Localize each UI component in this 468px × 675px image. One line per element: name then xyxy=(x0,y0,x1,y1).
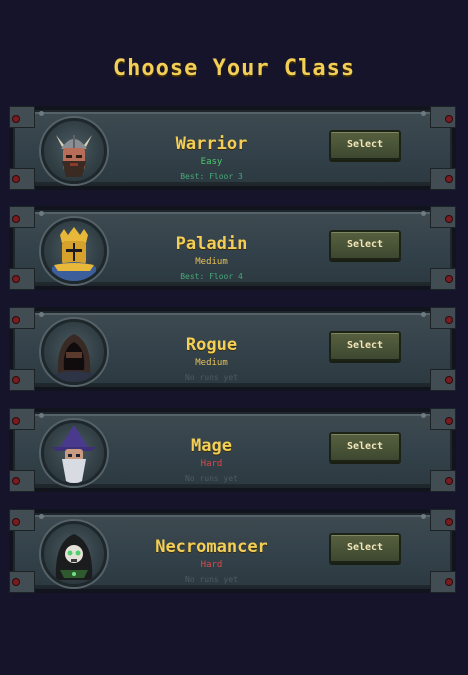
class-card-mage: Mage Hard No runs yet Select xyxy=(9,408,456,492)
select-button-paladin[interactable]: Select xyxy=(329,230,401,260)
class-card-paladin: Paladin Medium Best: Floor 4 Select xyxy=(9,206,456,290)
record-label: Best: Floor 3 xyxy=(180,172,243,181)
difficulty-label: Hard xyxy=(200,560,223,570)
rogue-portrait-icon xyxy=(41,319,107,385)
select-button-necromancer[interactable]: Select xyxy=(329,533,401,563)
difficulty-label: Easy xyxy=(200,157,223,167)
class-card-rogue: Rogue Medium No runs yet Select xyxy=(9,307,456,391)
class-name: Necromancer xyxy=(155,537,268,557)
record-label: No runs yet xyxy=(185,474,238,483)
mage-portrait-icon xyxy=(41,420,107,486)
class-card-warrior: Warrior Easy Best: Floor 3 Select xyxy=(9,106,456,190)
select-button-mage[interactable]: Select xyxy=(329,432,401,462)
difficulty-label: Medium xyxy=(195,257,228,267)
paladin-portrait-icon xyxy=(41,218,107,284)
select-button-warrior[interactable]: Select xyxy=(329,130,401,160)
class-name: Paladin xyxy=(175,234,248,254)
screen-title: Choose Your Class xyxy=(112,56,356,81)
class-card-necromancer: Necromancer Hard No runs yet Select xyxy=(9,509,456,593)
difficulty-label: Hard xyxy=(200,459,223,469)
warrior-portrait-icon xyxy=(41,118,107,184)
class-name: Rogue xyxy=(185,335,238,355)
necromancer-portrait-icon xyxy=(41,521,107,587)
class-name: Warrior xyxy=(175,134,248,154)
record-label: Best: Floor 4 xyxy=(180,272,243,281)
class-name: Mage xyxy=(191,436,232,456)
difficulty-label: Medium xyxy=(195,358,228,368)
record-label: No runs yet xyxy=(185,373,238,382)
record-label: No runs yet xyxy=(185,575,238,584)
select-button-rogue[interactable]: Select xyxy=(329,331,401,361)
